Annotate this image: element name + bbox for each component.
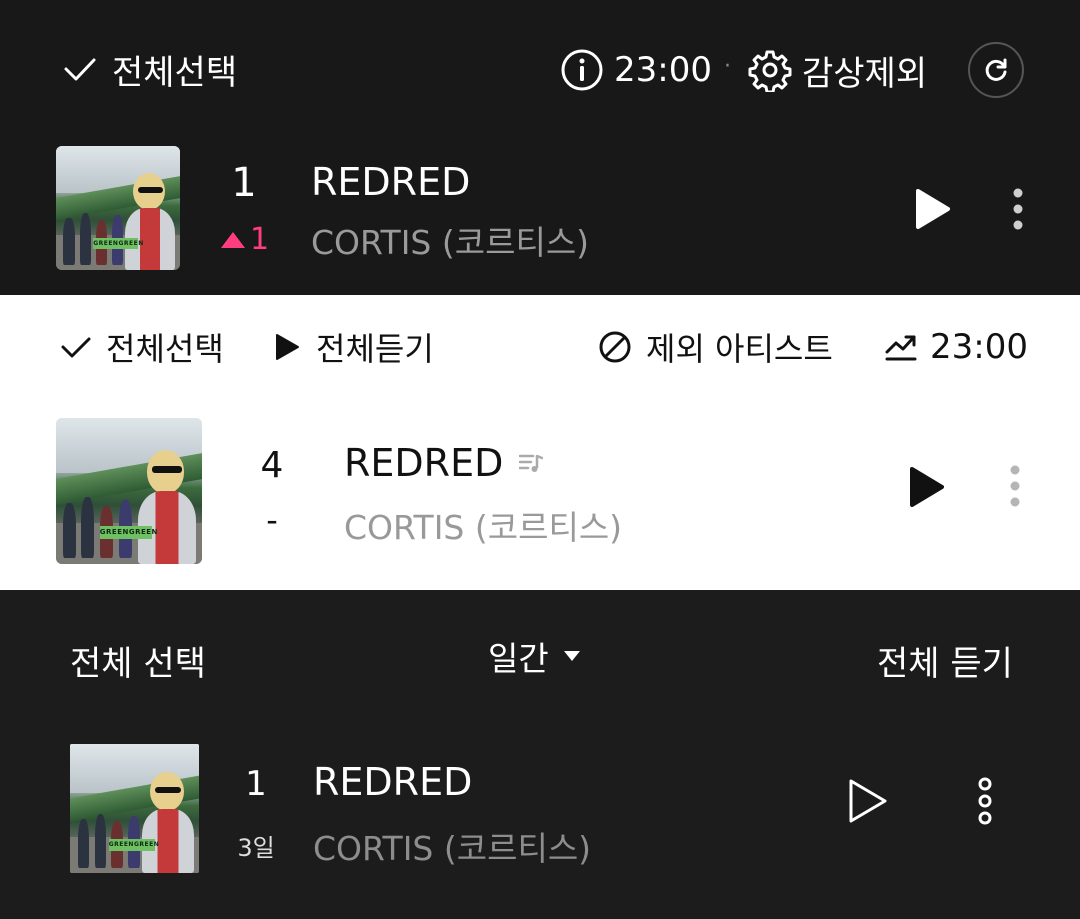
play-button[interactable]: [912, 187, 952, 231]
album-art[interactable]: GREENGREEN: [70, 744, 199, 873]
gear-icon: [748, 48, 792, 92]
rank-change-value: 1: [250, 222, 270, 257]
exclude-artist-label: 제외 아티스트: [646, 330, 833, 368]
info-icon: [560, 48, 604, 92]
chart-days: 3일: [237, 834, 275, 862]
caret-down-icon: [563, 650, 581, 662]
chart-panel-1: 전체선택 23:00 · 감상제외 GREENGREEN 1 1 REDRED …: [0, 0, 1080, 295]
check-icon: [62, 51, 98, 87]
track-rank: 1: [231, 160, 257, 206]
track-title[interactable]: REDRED: [344, 441, 503, 485]
exclude-label: 감상제외: [802, 53, 928, 94]
track-rank: 4: [260, 445, 284, 486]
more-icon[interactable]: [1007, 463, 1023, 509]
track-title[interactable]: REDRED: [313, 760, 472, 804]
chart-panel-2: 전체선택 전체듣기 제외 아티스트 23:00 GREENGREEN 4 - R…: [0, 295, 1080, 590]
track-row[interactable]: GREENGREEN 1 3일 REDRED CORTIS (코르티스): [0, 736, 1080, 886]
album-label: GREENGREEN: [108, 839, 159, 852]
block-icon: [598, 330, 632, 364]
play-all-button[interactable]: 전체 듣기: [877, 636, 1013, 685]
chart-time: 23:00: [614, 50, 712, 90]
play-button[interactable]: [845, 776, 891, 826]
select-all-button[interactable]: 전체 선택: [70, 636, 206, 685]
lyrics-icon[interactable]: [519, 452, 544, 474]
select-all-button[interactable]: 전체선택: [62, 48, 237, 93]
track-title[interactable]: REDRED: [311, 160, 470, 204]
chart-time-info[interactable]: 23:00: [884, 327, 1028, 367]
more-icon[interactable]: [975, 776, 995, 826]
album-art[interactable]: GREENGREEN: [56, 418, 202, 564]
refresh-icon: [983, 57, 1009, 83]
trend-icon: [884, 332, 918, 362]
album-art[interactable]: GREENGREEN: [56, 146, 180, 270]
chart-time-info[interactable]: 23:00: [560, 48, 712, 92]
rank-up-icon: [220, 230, 246, 250]
album-label: GREENGREEN: [93, 237, 143, 249]
more-icon[interactable]: [1010, 186, 1026, 232]
track-row[interactable]: GREENGREEN 1 1 REDRED CORTIS (코르티스): [0, 130, 1080, 280]
play-icon: [274, 333, 300, 361]
rank-change: -: [266, 501, 278, 539]
track-row[interactable]: GREENGREEN 4 - REDRED CORTIS (코르티스): [0, 405, 1080, 575]
select-all-label: 전체선택: [106, 330, 224, 368]
exclude-settings-button[interactable]: 감상제외: [748, 48, 928, 94]
chart-time: 23:00: [930, 327, 1028, 367]
play-all-button[interactable]: 전체듣기: [274, 327, 434, 368]
separator: ·: [724, 54, 731, 79]
rank-change: 1: [220, 222, 269, 257]
select-all-label: 전체선택: [112, 52, 238, 93]
track-title-row: REDRED: [344, 441, 544, 485]
exclude-artist-button[interactable]: 제외 아티스트: [598, 327, 833, 368]
check-icon: [60, 331, 92, 363]
play-all-label: 전체듣기: [316, 330, 434, 368]
play-button[interactable]: [906, 465, 946, 509]
track-artist[interactable]: CORTIS (코르티스): [313, 822, 591, 870]
album-label: GREENGREEN: [99, 526, 157, 540]
track-artist[interactable]: CORTIS (코르티스): [311, 216, 589, 264]
chart-panel-3: 전체 선택 일간 전체 듣기 GREENGREEN 1 3일 REDRED CO…: [0, 590, 1080, 919]
period-dropdown[interactable]: 일간: [488, 636, 581, 678]
track-rank: 1: [245, 764, 267, 804]
select-all-button[interactable]: 전체선택: [60, 327, 224, 368]
period-label: 일간: [488, 639, 549, 678]
track-artist[interactable]: CORTIS (코르티스): [344, 501, 622, 549]
refresh-button[interactable]: [968, 42, 1024, 98]
